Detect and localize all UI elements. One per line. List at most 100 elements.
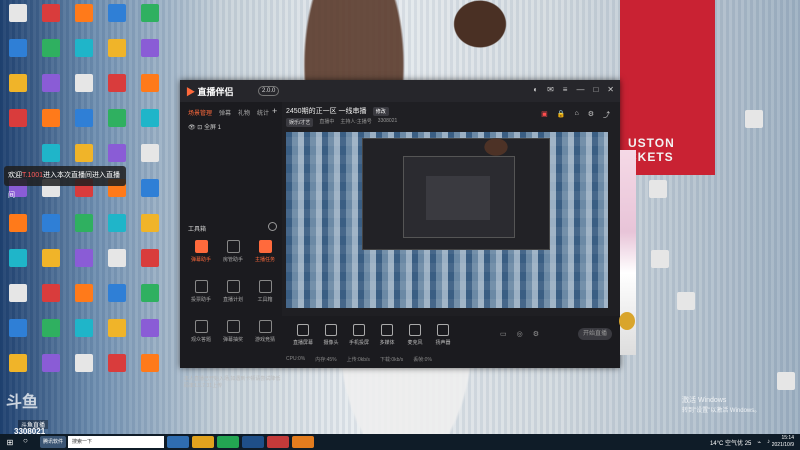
desktop-icon[interactable] <box>0 282 36 322</box>
desktop-icon[interactable] <box>66 212 102 252</box>
tab-danmaku[interactable]: 弹幕 <box>219 108 231 117</box>
desktop-icon[interactable] <box>642 248 678 288</box>
control-3[interactable]: 手机投屏 <box>346 324 372 346</box>
app-titlebar[interactable]: ▶ 直播伴侣 2.0.0 ◐ ✉ ≡ — □ ✕ <box>180 80 620 102</box>
desktop-icon[interactable] <box>33 72 69 112</box>
tool-9[interactable]: 游戏竞猜 <box>248 320 282 343</box>
desktop-icon[interactable] <box>33 37 69 77</box>
stream-preview[interactable] <box>286 132 608 308</box>
taskbar-app-5[interactable] <box>267 436 289 448</box>
share-icon[interactable]: ⤴ <box>603 110 610 120</box>
desktop-icon[interactable] <box>33 317 69 357</box>
start-live-button[interactable]: 开始直播 <box>578 328 612 340</box>
desktop-icon[interactable] <box>132 107 168 147</box>
desktop-icon[interactable] <box>33 352 69 392</box>
desktop-icon[interactable] <box>0 247 36 287</box>
desktop-icon[interactable] <box>668 290 704 330</box>
desktop-icon[interactable] <box>99 212 135 252</box>
taskbar-app-selected[interactable]: 腾讯软件 <box>40 436 66 448</box>
desktop-icon[interactable] <box>132 317 168 357</box>
desktop-icon[interactable] <box>66 282 102 322</box>
desktop-icon[interactable] <box>66 107 102 147</box>
lock-icon[interactable]: 🔒 <box>557 110 566 120</box>
desktop-icon[interactable] <box>99 37 135 77</box>
desktop-icon[interactable] <box>66 37 102 77</box>
gift-icon[interactable]: ▣ <box>541 110 548 120</box>
desktop-icon[interactable] <box>66 352 102 392</box>
desktop-icon[interactable] <box>132 72 168 112</box>
room-category[interactable]: 娱乐/才艺 <box>286 118 314 127</box>
desktop-icon[interactable] <box>132 352 168 392</box>
control-1[interactable]: 直播屏幕 <box>290 324 316 346</box>
desktop-icon[interactable] <box>132 142 168 182</box>
taskbar-app-4[interactable] <box>242 436 264 448</box>
desktop-icon[interactable] <box>99 352 135 392</box>
add-scene-icon[interactable]: + <box>272 106 277 116</box>
task-view-icon[interactable]: ○ <box>23 436 37 448</box>
tab-scene[interactable]: 场景管理 <box>188 108 212 117</box>
taskbar-app-2[interactable] <box>192 436 214 448</box>
taskbar-app-3[interactable] <box>217 436 239 448</box>
desktop-icon[interactable] <box>768 370 800 410</box>
desktop-icon[interactable] <box>0 2 36 42</box>
desktop-icon[interactable] <box>132 247 168 287</box>
desktop-icon[interactable] <box>99 282 135 322</box>
taskbar-app-6[interactable] <box>292 436 314 448</box>
message-icon[interactable]: ✉ <box>547 85 554 94</box>
network-icon[interactable]: ⌁ <box>757 439 761 446</box>
desktop-icon[interactable] <box>132 37 168 77</box>
tool-4[interactable]: 投票助手 <box>184 280 218 303</box>
tool-1[interactable]: 弹幕助手 <box>184 240 218 263</box>
control-6[interactable]: 扬声器 <box>430 324 456 346</box>
desktop-icon[interactable] <box>0 212 36 252</box>
edit-room-button[interactable]: 修改 <box>372 107 389 116</box>
tab-gift[interactable]: 礼物 <box>238 108 250 117</box>
tool-2[interactable]: 房管助手 <box>216 240 250 263</box>
minimize-icon[interactable]: — <box>576 85 584 94</box>
desktop-icon[interactable] <box>99 247 135 287</box>
desktop-icon[interactable] <box>66 2 102 42</box>
tool-5[interactable]: 直播计划 <box>216 280 250 303</box>
scene-item[interactable]: 👁 ⊡ 全屏 1 <box>188 122 221 131</box>
tool-6[interactable]: 工具箱 <box>248 280 282 303</box>
desktop-icon[interactable] <box>99 2 135 42</box>
weather-text[interactable]: 14°C 空气优 25 <box>710 438 751 447</box>
desktop-icon[interactable] <box>66 247 102 287</box>
desktop-icon[interactable] <box>0 37 36 77</box>
desktop-icon[interactable] <box>0 352 36 392</box>
menu-icon[interactable]: ≡ <box>563 85 568 94</box>
control-2[interactable]: 摄像头 <box>318 324 344 346</box>
desktop-icon[interactable] <box>99 317 135 357</box>
desktop-icon[interactable] <box>33 107 69 147</box>
settings-icon[interactable]: ⚙ <box>588 110 594 120</box>
pin-icon[interactable]: ⌂ <box>574 110 578 120</box>
desktop-icon[interactable] <box>640 178 676 218</box>
taskbar-app-1[interactable] <box>167 436 189 448</box>
close-icon[interactable]: ✕ <box>607 85 614 94</box>
maximize-icon[interactable]: □ <box>593 85 598 94</box>
control-4[interactable]: 多媒体 <box>374 324 400 346</box>
desktop-icon[interactable] <box>132 177 168 217</box>
desktop-icon[interactable] <box>132 282 168 322</box>
desktop-icon[interactable] <box>99 72 135 112</box>
desktop-icon[interactable] <box>0 72 36 112</box>
desktop-icon[interactable] <box>0 107 36 147</box>
tool-7[interactable]: 观众答题 <box>184 320 218 343</box>
desktop-icon[interactable] <box>0 317 36 357</box>
tab-stats[interactable]: 统计 <box>257 108 269 117</box>
desktop-icon[interactable] <box>132 2 168 42</box>
control-5[interactable]: 麦克风 <box>402 324 428 346</box>
skin-icon[interactable]: ◐ <box>533 85 538 94</box>
desktop-icon[interactable] <box>33 247 69 287</box>
taskbar-search[interactable]: 搜索一下 <box>68 436 164 448</box>
floating-ball[interactable] <box>619 312 635 330</box>
gear-icon[interactable]: ⚙ <box>533 330 539 338</box>
volume-icon[interactable]: ♪ <box>767 439 770 445</box>
desktop-icon[interactable] <box>736 108 772 148</box>
desktop-icon[interactable] <box>132 212 168 252</box>
tool-3[interactable]: 主播任务 <box>248 240 282 263</box>
desktop-icon[interactable] <box>33 282 69 322</box>
desktop-icon[interactable] <box>99 107 135 147</box>
clock[interactable]: 15:14 2021/10/9 <box>772 435 794 449</box>
desktop-icon[interactable] <box>66 317 102 357</box>
